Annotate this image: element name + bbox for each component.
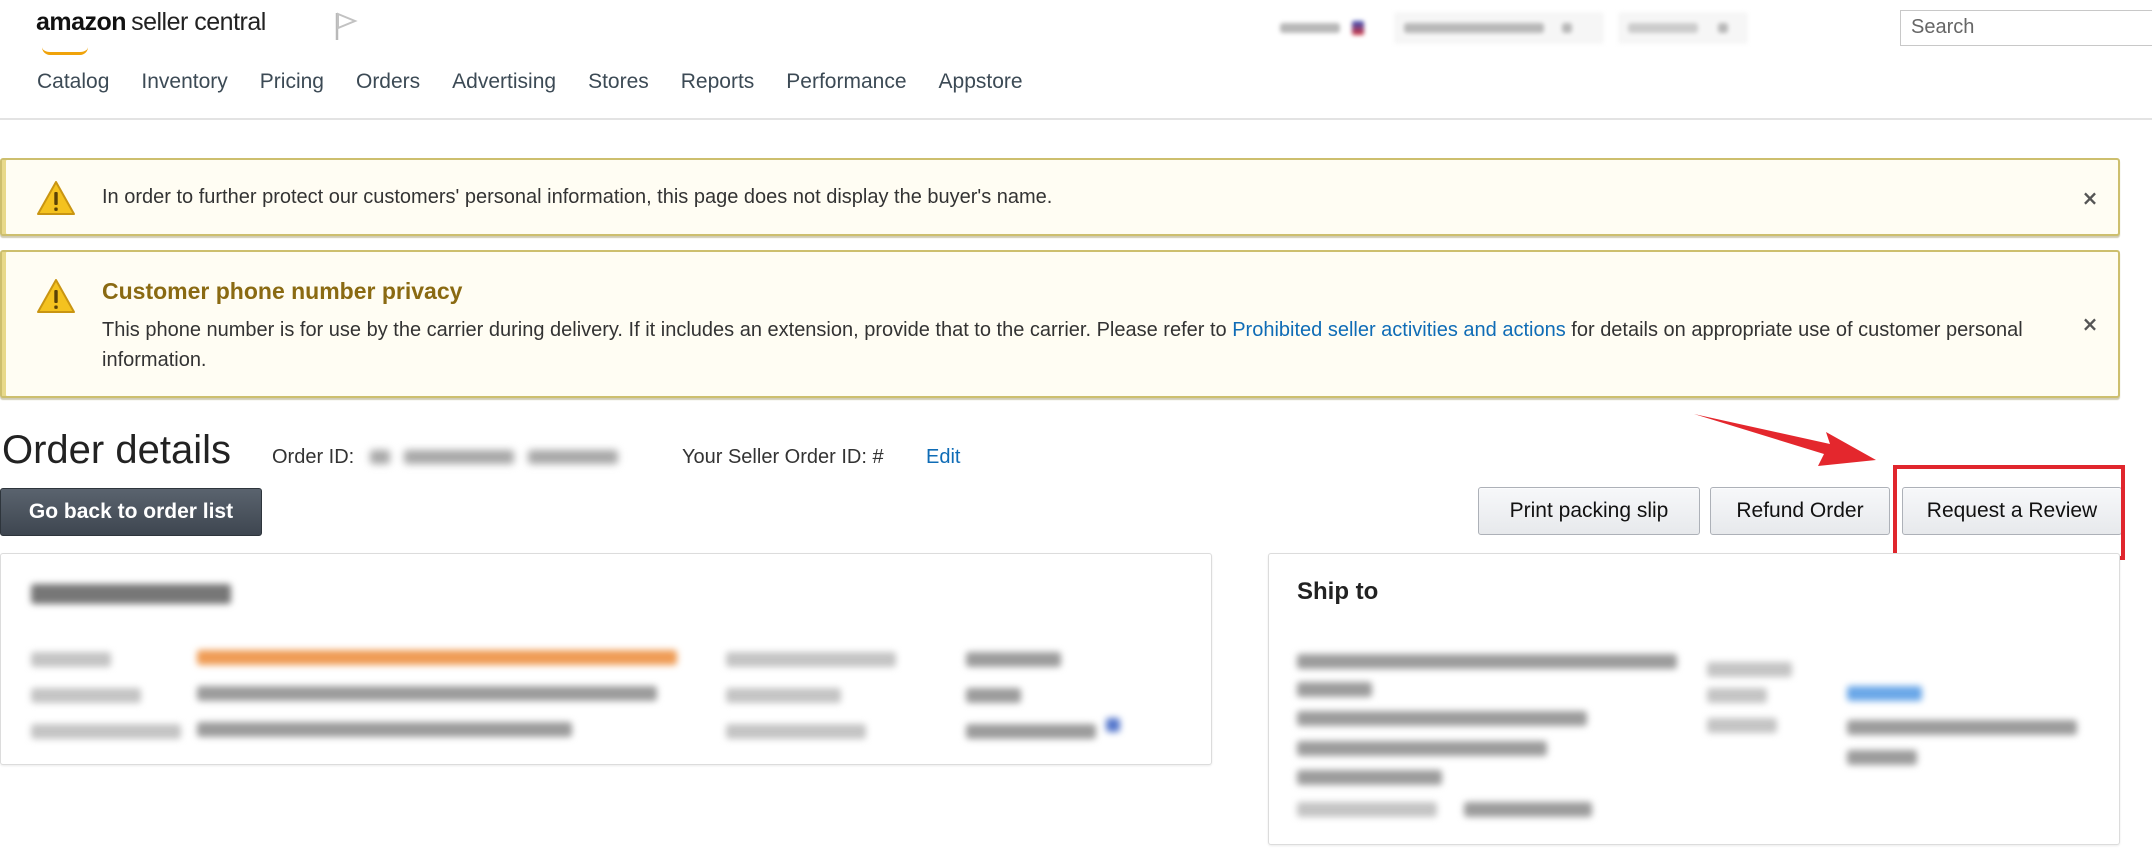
language-selector[interactable] [1618,12,1748,44]
alert-message: This phone number is for use by the carr… [102,315,2062,375]
ship-to-title: Ship to [1297,578,1379,605]
search-input[interactable]: Search [1900,10,2152,46]
nav-item-pricing[interactable]: Pricing [260,70,324,94]
seller-order-id-label: Your Seller Order ID: # [682,446,884,468]
warning-icon [37,181,75,215]
store-selector[interactable] [1270,12,1380,44]
main-nav: Catalog Inventory Pricing Orders Adverti… [37,70,1055,94]
flag-icon[interactable] [334,11,358,41]
seller-central-logo[interactable]: amazon seller central [36,8,266,55]
go-back-to-order-list-button[interactable]: Go back to order list [0,488,262,536]
nav-item-appstore[interactable]: Appstore [939,70,1023,94]
page-title: Order details [2,428,231,472]
top-header: amazon seller central Search Catalog Inv… [0,0,2152,120]
alert-body-text: This phone number is for use by the carr… [102,319,1233,341]
alert-message: In order to further protect our customer… [102,186,1053,208]
close-icon[interactable]: × [2080,188,2100,208]
logo-product: seller central [131,8,266,36]
red-arrow-icon [1694,414,1876,466]
logo-smile-icon [42,47,88,55]
request-a-review-button[interactable]: Request a Review [1902,487,2122,535]
account-switcher [1270,10,1748,46]
alert-title: Customer phone number privacy [102,278,463,304]
order-summary-card [0,553,1212,765]
edit-seller-order-id-link[interactable]: Edit [926,446,960,469]
phone-privacy-alert: Customer phone number privacy This phone… [0,250,2120,398]
nav-item-stores[interactable]: Stores [588,70,649,94]
nav-item-performance[interactable]: Performance [786,70,906,94]
ship-to-card: Ship to [1268,553,2120,845]
prohibited-activities-link[interactable]: Prohibited seller activities and actions [1232,319,1566,341]
nav-item-inventory[interactable]: Inventory [141,70,227,94]
nav-item-advertising[interactable]: Advertising [452,70,556,94]
close-icon[interactable]: × [2080,314,2100,334]
order-id-label: Order ID: [272,446,355,468]
nav-item-reports[interactable]: Reports [681,70,755,94]
nav-item-orders[interactable]: Orders [356,70,420,94]
warning-icon [37,279,75,313]
marketplace-selector[interactable] [1394,12,1604,44]
logo-brand: amazon [36,8,127,36]
privacy-alert: In order to further protect our customer… [0,158,2120,236]
print-packing-slip-button[interactable]: Print packing slip [1478,487,1700,535]
refund-order-button[interactable]: Refund Order [1710,487,1890,535]
order-id-value-redacted [370,450,652,468]
nav-item-catalog[interactable]: Catalog [37,70,109,94]
